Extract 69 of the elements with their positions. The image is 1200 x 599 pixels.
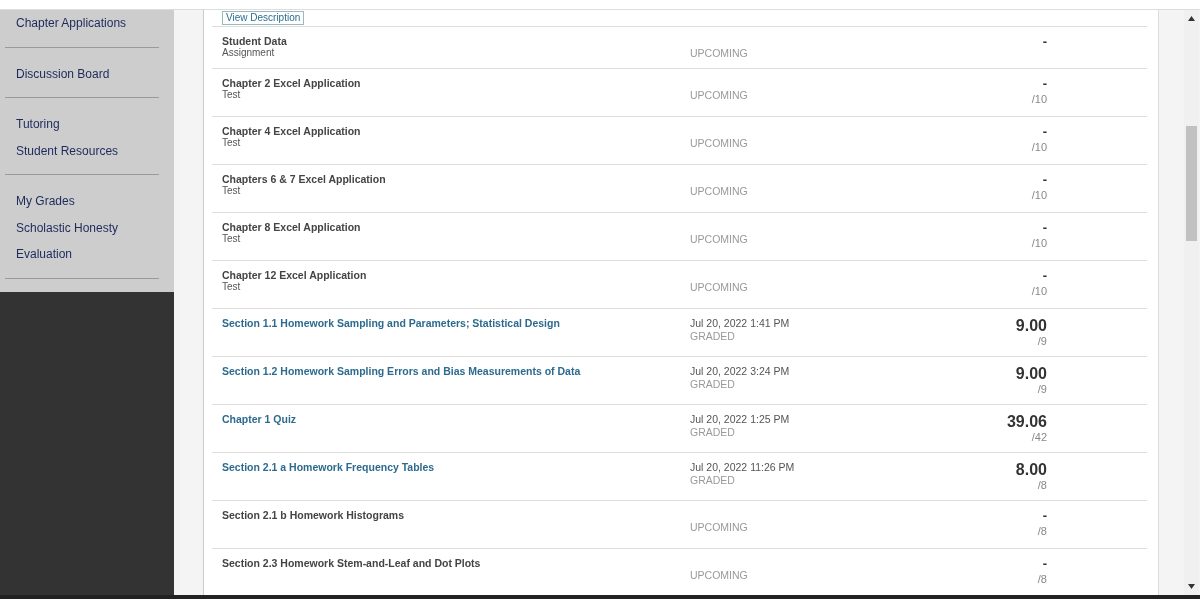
status-label: GRADED	[690, 378, 736, 391]
grade-score: -	[1042, 269, 1047, 283]
submission-date: Jul 20, 2022 1:41 PM	[690, 317, 791, 330]
status-label: UPCOMING	[690, 47, 749, 60]
sidebar-link[interactable]: Evaluation	[5, 241, 159, 268]
scrollbar[interactable]	[1184, 10, 1199, 595]
grade-item-title: Chapter 12 Excel Application	[222, 269, 368, 281]
grade-item-title: Section 2.3 Homework Stem-and-Leaf and Dot Plots	[222, 557, 482, 569]
item-type: Test	[222, 185, 241, 196]
scroll-up-icon[interactable]	[1188, 16, 1195, 21]
grade-item-link[interactable]: Section 2.1 a Homework Frequency Tables	[222, 461, 690, 473]
grade-item-title: Chapter 8 Excel Application	[222, 221, 362, 233]
item-type: Test	[222, 89, 241, 100]
item-type: Test	[222, 281, 241, 292]
points-possible: /8	[1037, 573, 1047, 585]
points-possible: /10	[1031, 141, 1047, 153]
item-type: Test	[222, 233, 241, 244]
grade-score: -	[1042, 173, 1047, 187]
status-label: UPCOMING	[690, 137, 749, 150]
grade-item-link[interactable]: Section 1.2 Homework Sampling Errors and Bias Measurements of Data	[222, 365, 690, 377]
points-possible: /8	[1037, 479, 1047, 491]
points-possible: /10	[1031, 285, 1047, 297]
points-possible: /10	[1031, 237, 1047, 249]
grade-item-title: Chapter 2 Excel Application	[222, 77, 362, 89]
submission-date: Jul 20, 2022 3:24 PM	[690, 365, 791, 378]
sidebar-link[interactable]: My Grades	[5, 188, 159, 215]
status-label: GRADED	[690, 330, 736, 343]
points-possible: /9	[1037, 383, 1047, 395]
points-possible: /42	[1031, 431, 1047, 443]
points-possible: /10	[1031, 189, 1047, 201]
scrollbar-thumb[interactable]	[1186, 126, 1197, 241]
points-possible: /10	[1031, 93, 1047, 105]
grade-score: 9.00	[1015, 365, 1047, 383]
grade-score: 9.00	[1015, 317, 1047, 335]
grade-score: -	[1042, 509, 1047, 523]
scroll-down-icon[interactable]	[1188, 584, 1195, 589]
status-label: UPCOMING	[690, 185, 749, 198]
submission-date: Jul 20, 2022 11:26 PM	[690, 461, 796, 474]
status-label: UPCOMING	[690, 521, 749, 534]
grade-item-title: Student Data	[222, 35, 288, 47]
grade-score: 39.06	[1006, 413, 1047, 431]
sidebar-link[interactable]: Student Resources	[5, 137, 159, 164]
sidebar-link[interactable]: Chapter Applications	[5, 10, 159, 37]
status-label: UPCOMING	[690, 89, 749, 102]
sidebar-link[interactable]: Tutoring	[5, 111, 159, 138]
status-label: UPCOMING	[690, 569, 749, 582]
submission-date: Jul 20, 2022 1:25 PM	[690, 413, 791, 426]
grade-item-title: Chapters 6 & 7 Excel Application	[222, 173, 387, 185]
status-label: GRADED	[690, 474, 736, 487]
grade-item-link[interactable]: Chapter 1 Quiz	[222, 413, 690, 425]
view-description-button[interactable]: View Description	[222, 11, 305, 25]
grade-score: -	[1042, 77, 1047, 91]
grade-score: -	[1042, 557, 1047, 571]
status-label: UPCOMING	[690, 281, 749, 294]
grade-score: -	[1042, 125, 1047, 139]
grade-item-link[interactable]: Section 1.1 Homework Sampling and Parameters; Statistical Design	[222, 317, 690, 329]
grade-score: 8.00	[1015, 461, 1047, 479]
sidebar-link[interactable]: Scholastic Honesty	[5, 214, 159, 241]
grade-score: -	[1042, 221, 1047, 235]
points-possible: /9	[1037, 335, 1047, 347]
grade-item-title: Section 2.1 b Homework Histograms	[222, 509, 406, 521]
sidebar-link[interactable]: Discussion Board	[5, 60, 159, 87]
points-possible: /8	[1037, 525, 1047, 537]
grade-item-title: Chapter 4 Excel Application	[222, 125, 362, 137]
status-label: GRADED	[690, 426, 736, 439]
item-type: Test	[222, 137, 241, 148]
grade-score: -	[1042, 35, 1047, 49]
item-type: Assignment	[222, 47, 276, 58]
status-label: UPCOMING	[690, 233, 749, 246]
